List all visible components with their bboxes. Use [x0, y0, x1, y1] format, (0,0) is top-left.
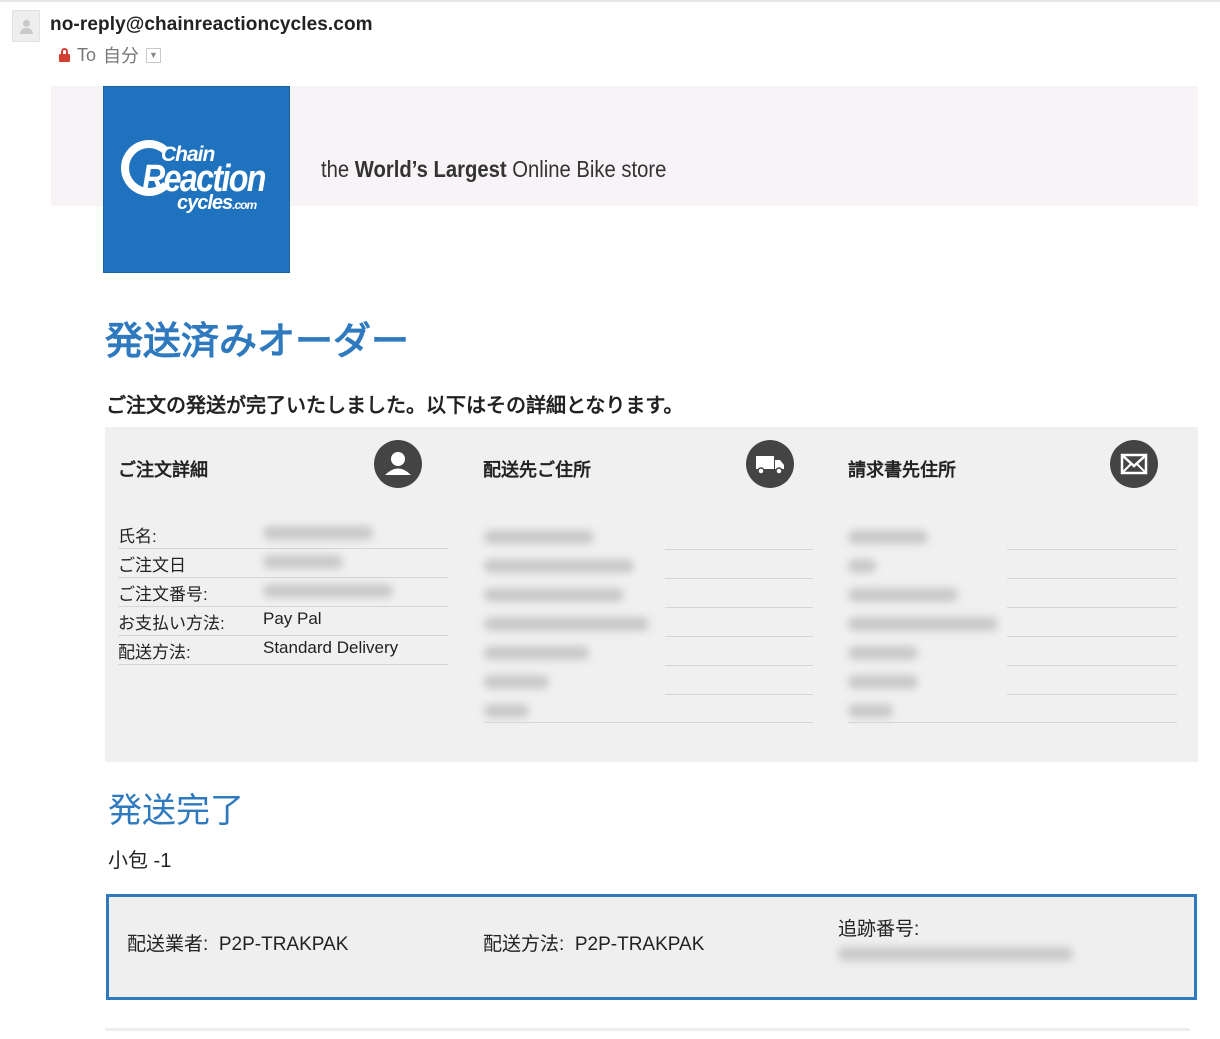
page-title: 発送済みオーダー — [105, 321, 410, 363]
lock-icon — [58, 48, 71, 62]
shipment-heading: 発送完了 — [108, 792, 244, 830]
tracking-number-label: 追跡番号: — [838, 919, 920, 940]
billing-address-heading: 請求書先住所 — [848, 460, 956, 480]
shipping-method-info: 配送方法: P2P-TRAKPAK — [483, 929, 704, 956]
carrier-value: P2P-TRAKPAK — [218, 934, 349, 955]
shipping-address-heading: 配送先ご住所 — [483, 460, 591, 480]
store-tagline: the World’s Largest Online Bike store — [321, 156, 667, 182]
shipping-method-value: P2P-TRAKPAK — [574, 934, 705, 955]
shipping-method-label: 配送方法: — [483, 934, 565, 955]
order-row-number: ご注文番号: — [118, 578, 448, 607]
recipient-name: 自分 — [103, 46, 140, 66]
sender-address[interactable]: no-reply@chainreactioncycles.com — [50, 14, 373, 36]
carrier-info: 配送業者: P2P-TRAKPAK — [127, 929, 348, 956]
top-divider — [0, 0, 1220, 2]
intro-text: ご注文の発送が完了いたしました。以下はその詳細となります。 — [106, 395, 684, 417]
order-row-payment: お支払い方法: Pay Pal — [118, 607, 448, 636]
tracking-number-value[interactable] — [838, 947, 1073, 961]
order-row-date: ご注文日 — [118, 549, 448, 578]
carrier-label: 配送業者: — [127, 934, 209, 955]
bottom-divider — [105, 1028, 1190, 1031]
recipient-line: To 自分 ▼ — [58, 42, 162, 68]
order-details-heading: ご注文詳細 — [118, 460, 208, 480]
truck-icon — [746, 440, 794, 488]
order-row-delivery: 配送方法: Standard Delivery — [118, 636, 448, 665]
to-label: To — [77, 44, 97, 65]
order-row-name: 氏名: — [118, 520, 448, 549]
chain-reaction-logo[interactable]: Chain Reaction cycles.com — [103, 86, 290, 273]
user-icon — [374, 440, 422, 488]
envelope-icon — [1110, 440, 1158, 488]
sender-avatar-icon[interactable] — [12, 10, 40, 42]
parcel-label: 小包 -1 — [108, 850, 172, 872]
chevron-down-icon[interactable]: ▼ — [146, 47, 162, 63]
